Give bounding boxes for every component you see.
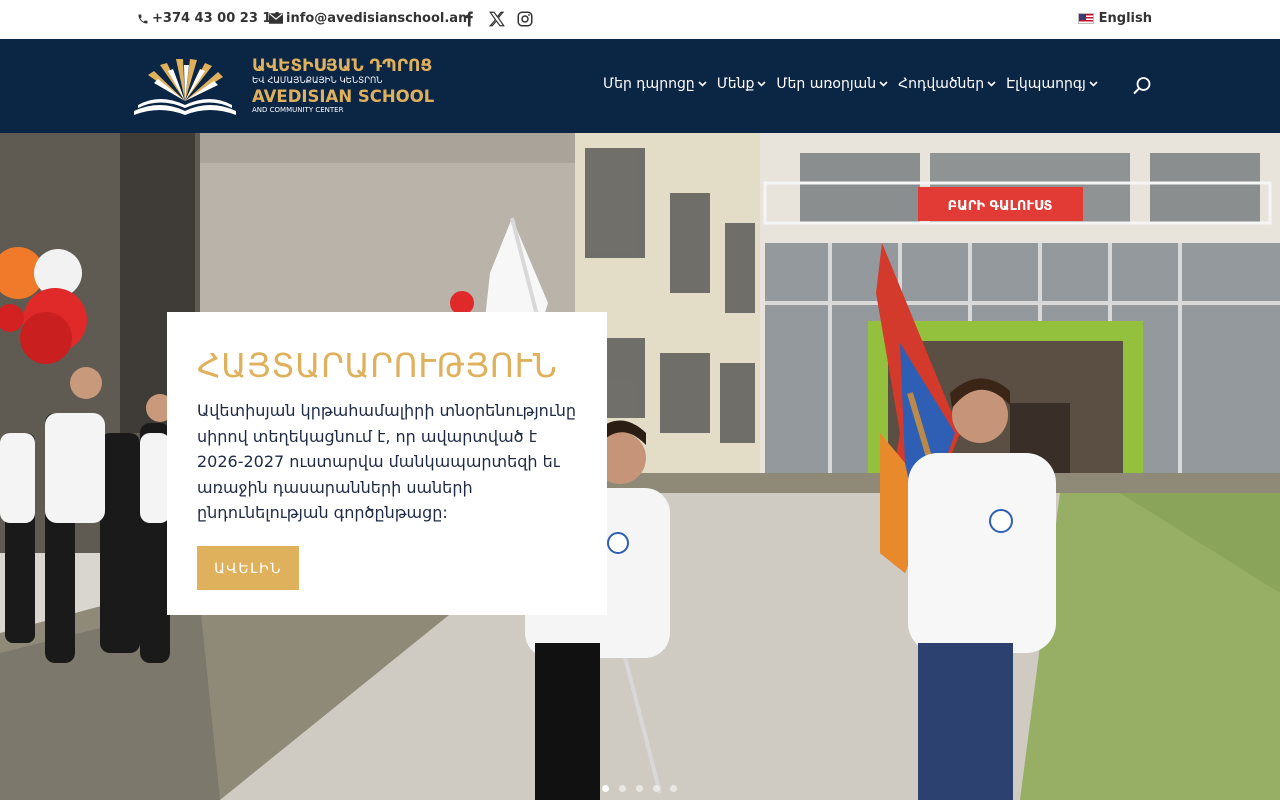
chevron-down-icon	[757, 81, 766, 87]
slide-dot-3[interactable]	[636, 785, 643, 792]
phone-text: +374 43 00 23 14	[152, 11, 281, 26]
announcement-card: ՀԱՅՏԱՐԱՐՈՒԹՅՈՒՆ Ավետիսյան կրթահամալիրի տ…	[167, 312, 607, 615]
announcement-title: ՀԱՅՏԱՐԱՐՈՒԹՅՈՒՆ	[197, 346, 558, 385]
logo-line1: ԱՎԵՏԻՍՅԱՆ ԴՊՐՈՑ	[252, 56, 432, 76]
language-switcher[interactable]: English	[1077, 11, 1152, 26]
nav-label: Էլկպաորգյ	[1006, 76, 1086, 92]
chevron-down-icon	[987, 81, 996, 87]
instagram-icon[interactable]	[516, 10, 534, 28]
nav-item-about-us[interactable]: Մենք	[717, 76, 767, 92]
nav-label: Հոդվածներ	[898, 76, 985, 92]
welcome-banner: ԲԱՐԻ ԳԱԼՈՒՍՏ	[948, 199, 1053, 214]
slide-dot-4[interactable]	[653, 785, 660, 792]
site-header: ԱՎԵՏԻՍՅԱՆ ԴՊՐՈՑ ԵՎ ՀԱՄԱՅՆՔԱՅԻՆ ԿԵՆՏՐՈՆ A…	[0, 39, 1280, 133]
logo-line3: AVEDISIAN SCHOOL	[252, 87, 435, 106]
nav-label: Մեր առօրյան	[776, 76, 877, 92]
language-label: English	[1098, 11, 1152, 26]
slide-dot-1[interactable]	[602, 785, 609, 792]
email-text: info@avedisianschool.am	[286, 11, 472, 26]
envelope-icon	[269, 13, 283, 24]
chevron-down-icon	[698, 81, 707, 87]
phone-icon	[138, 14, 148, 23]
school-logo[interactable]: ԱՎԵՏԻՍՅԱՆ ԴՊՐՈՑ ԵՎ ՀԱՄԱՅՆՔԱՅԻՆ ԿԵՆՏՐՈՆ A…	[130, 53, 460, 117]
slider-pagination	[602, 785, 687, 792]
nav-item-extra[interactable]: Էլկպաորգյ	[1006, 76, 1098, 92]
email-link[interactable]: info@avedisianschool.am	[269, 11, 472, 26]
slide-dot-5[interactable]	[670, 785, 677, 792]
top-bar: +374 43 00 23 14 info@avedisianschool.am…	[0, 0, 1280, 39]
x-twitter-icon[interactable]	[488, 10, 506, 28]
phone-link[interactable]: +374 43 00 23 14	[137, 11, 281, 26]
logo-line2: ԵՎ ՀԱՄԱՅՆՔԱՅԻՆ ԿԵՆՏՐՈՆ	[252, 76, 382, 86]
read-more-button[interactable]: ԱՎԵԼԻՆ	[197, 546, 299, 590]
nav-item-articles[interactable]: Հոդվածներ	[898, 76, 996, 92]
hero-slider: ԲԱՐԻ ԳԱԼՈՒՍՏ ՀԱՅՏԱՐԱՐՈՒԹՅՈՒՆ Ավետիսյան կ…	[0, 133, 1280, 800]
search-icon[interactable]	[1132, 76, 1152, 96]
nav-label: Մեր դպրոցը	[603, 76, 695, 92]
nav-label: Մենք	[716, 76, 755, 92]
us-flag-icon	[1077, 13, 1094, 24]
chevron-down-icon	[1089, 81, 1098, 87]
chevron-down-icon	[879, 81, 888, 87]
book-emblem-icon	[134, 59, 236, 115]
main-nav: Մեր դպրոցը Մենք Մեր առօրյան Հոդվածներ Էլ…	[603, 76, 1108, 92]
logo-line4: AND COMMUNITY CENTER	[252, 106, 344, 114]
facebook-icon[interactable]	[460, 10, 478, 28]
slide-dot-2[interactable]	[619, 785, 626, 792]
nav-item-daily-life[interactable]: Մեր առօրյան	[776, 76, 888, 92]
nav-item-our-school[interactable]: Մեր դպրոցը	[603, 76, 707, 92]
announcement-text: Ավետիսյան կրթահամալիրի տնօրենությունը սի…	[197, 401, 577, 522]
